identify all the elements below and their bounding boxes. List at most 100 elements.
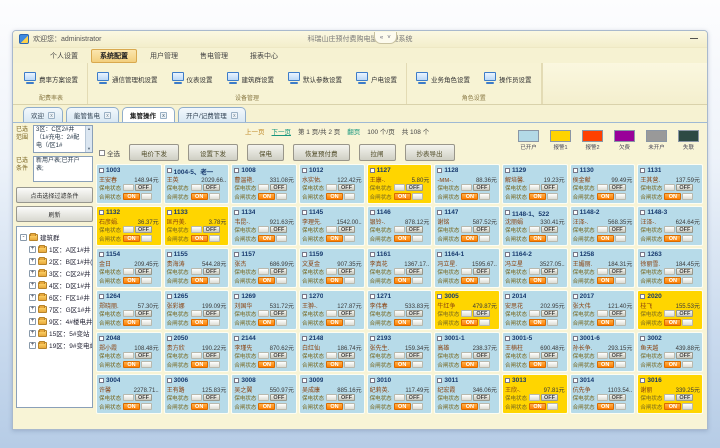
switch-on-button[interactable]: ON — [258, 361, 275, 368]
meter-card[interactable]: 3004许馨2278.71..保电状态OFF合闸状态ON — [96, 374, 162, 414]
card-checkbox[interactable] — [167, 336, 172, 341]
menu-item-用户管理[interactable]: 用户管理 — [141, 49, 187, 63]
card-checkbox[interactable] — [573, 168, 578, 173]
supply-off-button[interactable]: OFF — [203, 226, 220, 233]
tree-item[interactable]: +15区：5#变站（3 — [29, 328, 92, 338]
toolbar-button-电价下发[interactable]: 电价下发 — [129, 144, 179, 161]
supply-toggle-track[interactable] — [394, 226, 405, 233]
meter-card[interactable]: 3001-5王楠柱690.48元保电状态OFF合闸状态ON — [502, 332, 568, 372]
switch-toggle-track[interactable] — [141, 319, 152, 326]
supply-off-button[interactable]: OFF — [338, 394, 355, 401]
supply-off-button[interactable]: OFF — [676, 268, 693, 275]
meter-card[interactable]: 2048郑小霞108.48元保电状态OFF合闸状态ON — [96, 332, 162, 372]
supply-toggle-track[interactable] — [529, 310, 540, 317]
switch-toggle-track[interactable] — [412, 193, 423, 200]
switch-toggle-track[interactable] — [344, 193, 355, 200]
meter-card[interactable]: 2148白红仙186.74元保电状态OFF合闸状态ON — [299, 332, 365, 372]
supply-off-button[interactable]: OFF — [609, 310, 626, 317]
selected-condition-box[interactable]: 新用户表;已开户表; — [33, 156, 93, 182]
meter-card[interactable]: 2020桂飞155.53元保电状态OFF合闸状态ON — [637, 290, 703, 330]
meter-card[interactable]: 1263徐丽雪.184.45元保电状态OFF合闸状态ON — [637, 248, 703, 288]
meter-card[interactable]: 3011纪宏霞346.06元保电状态OFF合闸状态ON — [434, 374, 500, 414]
supply-off-button[interactable]: OFF — [135, 352, 152, 359]
meter-card[interactable]: 1012水实佑.122.42元保电状态OFF合闸状态ON — [299, 164, 365, 204]
switch-on-button[interactable]: ON — [597, 361, 614, 368]
meter-card[interactable]: 1145李理先.1542.00..保电状态OFF合闸状态ON — [299, 206, 365, 246]
expander-icon[interactable]: + — [29, 318, 36, 325]
card-checkbox[interactable] — [437, 294, 442, 299]
supply-off-button[interactable]: OFF — [473, 184, 490, 191]
supply-off-button[interactable]: OFF — [338, 310, 355, 317]
tab-能管售电[interactable]: 能管售电x — [66, 107, 119, 122]
meter-card[interactable]: 2014安思花202.95元保电状态OFF合闸状态ON — [502, 290, 568, 330]
switch-on-button[interactable]: ON — [258, 193, 275, 200]
switch-toggle-track[interactable] — [682, 361, 693, 368]
supply-off-button[interactable]: OFF — [473, 226, 490, 233]
card-checkbox[interactable] — [302, 294, 307, 299]
supply-off-button[interactable]: OFF — [473, 352, 490, 359]
supply-off-button[interactable]: OFF — [541, 394, 558, 401]
supply-toggle-track[interactable] — [664, 352, 675, 359]
switch-on-button[interactable]: ON — [123, 193, 140, 200]
switch-on-button[interactable]: ON — [461, 361, 478, 368]
switch-toggle-track[interactable] — [479, 277, 490, 284]
meter-card[interactable]: 2050贵方欣190.22元保电状态OFF合闸状态ON — [164, 332, 230, 372]
switch-on-button[interactable]: ON — [597, 235, 614, 242]
expander-icon[interactable]: + — [29, 330, 36, 337]
supply-toggle-track[interactable] — [664, 310, 675, 317]
switch-on-button[interactable]: ON — [191, 193, 208, 200]
meter-card[interactable]: 1148-3汪泽-.624.64元保电状态OFF合闸状态ON — [637, 206, 703, 246]
tree-item[interactable]: +1区：A区1#井 — [29, 244, 92, 254]
card-checkbox[interactable] — [505, 210, 510, 215]
tree-item[interactable]: +9区：4#楼电井（4 — [29, 316, 92, 326]
tab-开户/记费管理[interactable]: 开户/记费管理x — [178, 107, 246, 122]
card-checkbox[interactable] — [505, 294, 510, 299]
switch-on-button[interactable]: ON — [529, 361, 546, 368]
switch-on-button[interactable]: ON — [258, 277, 275, 284]
card-checkbox[interactable] — [302, 252, 307, 257]
supply-toggle-track[interactable] — [664, 394, 675, 401]
switch-toggle-track[interactable] — [682, 277, 693, 284]
meter-card[interactable]: 1271李伟春533.83元保电状态OFF合闸状态ON — [367, 290, 433, 330]
switch-toggle-track[interactable] — [209, 193, 220, 200]
supply-off-button[interactable]: OFF — [270, 394, 287, 401]
supply-toggle-track[interactable] — [326, 226, 337, 233]
meter-card[interactable]: 1154金日209.45元保电状态OFF合闸状态ON — [96, 248, 162, 288]
supply-toggle-track[interactable] — [664, 268, 675, 275]
card-checkbox[interactable] — [640, 168, 645, 173]
tree-root[interactable]: -建筑群 — [20, 232, 92, 242]
switch-toggle-track[interactable] — [209, 319, 220, 326]
switch-on-button[interactable]: ON — [461, 319, 478, 326]
toolbar-button-拉闸[interactable]: 拉闸 — [359, 144, 396, 161]
supply-toggle-track[interactable] — [664, 184, 675, 191]
supply-off-button[interactable]: OFF — [203, 184, 220, 191]
card-checkbox[interactable] — [640, 378, 645, 383]
supply-toggle-track[interactable] — [123, 268, 134, 275]
supply-toggle-track[interactable] — [597, 268, 608, 275]
expander-icon[interactable]: + — [29, 258, 36, 265]
switch-toggle-track[interactable] — [141, 193, 152, 200]
switch-toggle-track[interactable] — [276, 193, 287, 200]
switch-toggle-track[interactable] — [682, 403, 693, 410]
supply-off-button[interactable]: OFF — [406, 310, 423, 317]
switch-on-button[interactable]: ON — [597, 319, 614, 326]
card-checkbox[interactable] — [640, 210, 645, 215]
switch-on-button[interactable]: ON — [326, 193, 343, 200]
tree-item[interactable]: +4区：D区1#井（D — [29, 280, 92, 290]
meter-card[interactable]: 1004-5、老一王英2029.66..保电状态OFF合闸状态ON — [164, 164, 230, 204]
supply-off-button[interactable]: OFF — [338, 268, 355, 275]
meter-card[interactable]: 1003王安春148.94元保电状态OFF合闸状态ON — [96, 164, 162, 204]
switch-on-button[interactable]: ON — [597, 193, 614, 200]
next-page-link[interactable]: 下一页 — [272, 126, 292, 136]
switch-on-button[interactable]: ON — [123, 235, 140, 242]
switch-toggle-track[interactable] — [141, 235, 152, 242]
expander-icon[interactable]: + — [29, 342, 36, 349]
switch-on-button[interactable]: ON — [394, 193, 411, 200]
switch-toggle-track[interactable] — [682, 193, 693, 200]
supply-off-button[interactable]: OFF — [270, 184, 287, 191]
meter-card[interactable]: 1161李真花1367.17..保电状态OFF合闸状态ON — [367, 248, 433, 288]
card-checkbox[interactable] — [640, 336, 645, 341]
supply-toggle-track[interactable] — [461, 184, 472, 191]
supply-toggle-track[interactable] — [461, 226, 472, 233]
card-checkbox[interactable] — [302, 378, 307, 383]
